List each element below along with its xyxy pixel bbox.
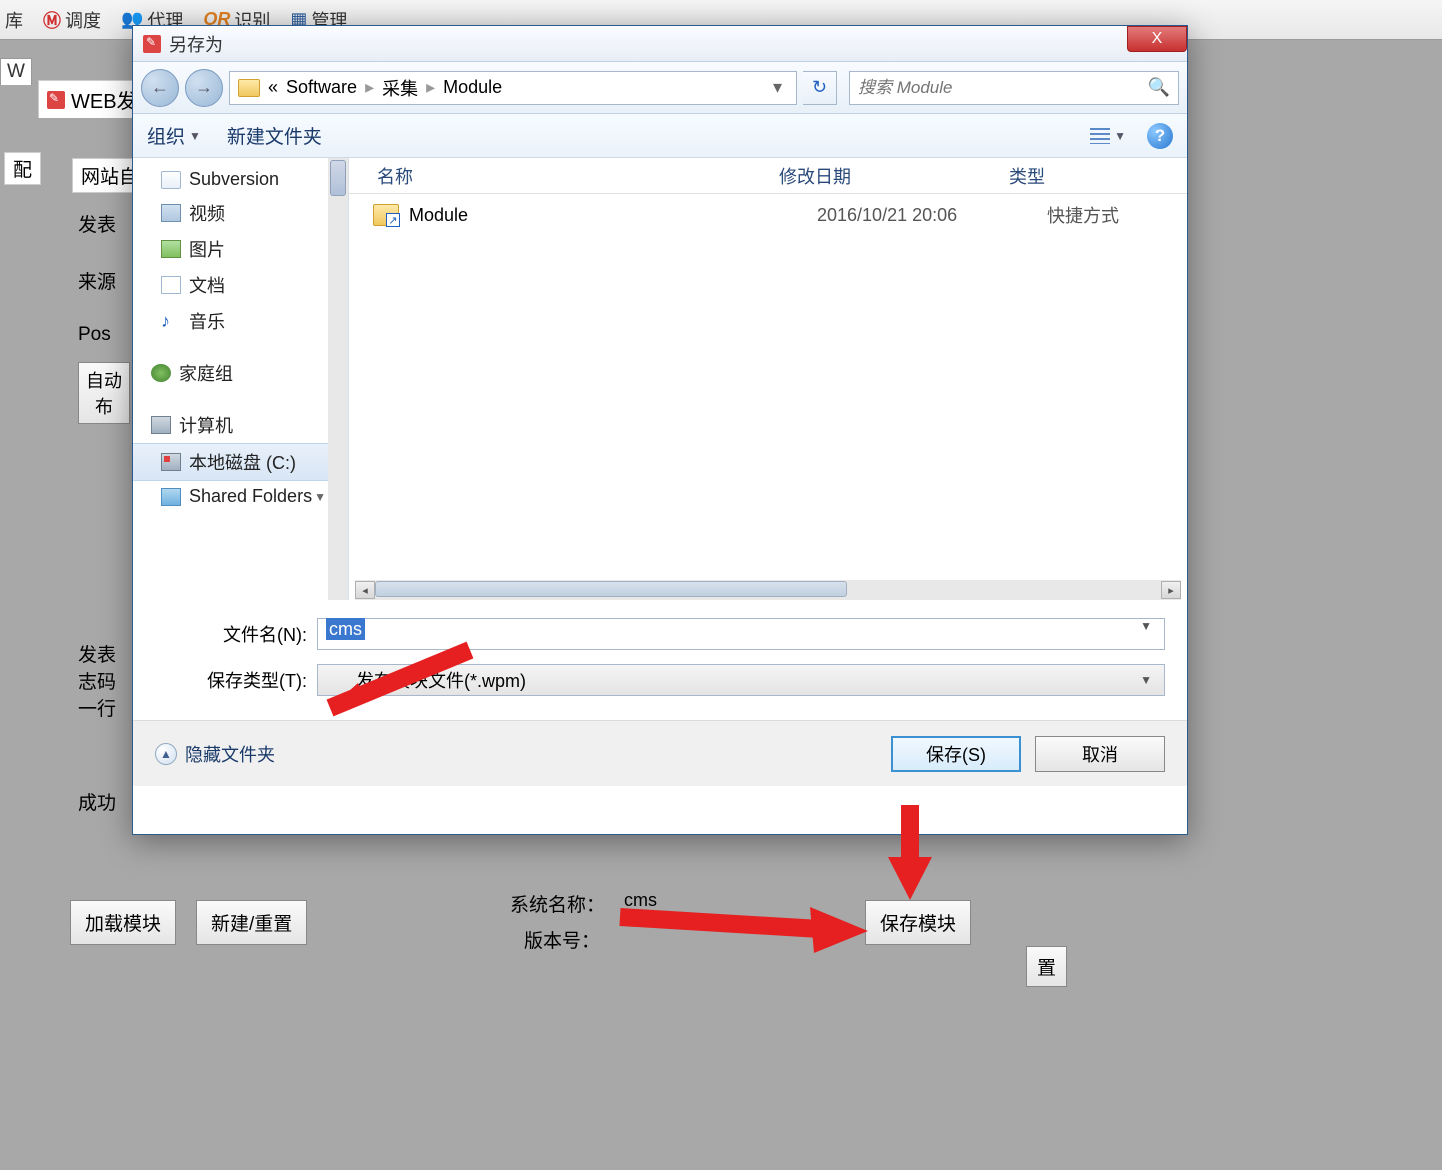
disk-icon — [161, 453, 181, 471]
save-button[interactable]: 保存(S) — [891, 736, 1021, 772]
file-icon — [161, 171, 181, 189]
chevron-down-icon: ▼ — [314, 490, 326, 504]
save-module-button[interactable]: 保存模块 — [865, 900, 971, 945]
scroll-right-arrow[interactable]: ▸ — [1161, 581, 1181, 599]
dialog-nav-bar: ← → « Software ▸ 采集 ▸ Module ▾ ↻ 🔍 — [133, 62, 1187, 114]
search-icon[interactable]: 🔍 — [1148, 77, 1170, 98]
tree-item-pictures[interactable]: 图片 — [133, 231, 348, 267]
bc-software[interactable]: Software — [286, 77, 357, 98]
picture-icon — [161, 240, 181, 258]
help-button[interactable]: ? — [1147, 123, 1173, 149]
dialog-titlebar[interactable]: 另存为 X — [133, 26, 1187, 62]
cancel-button[interactable]: 取消 — [1035, 736, 1165, 772]
config-label: 配 — [4, 152, 41, 185]
hscroll-thumb[interactable] — [375, 581, 847, 597]
col-header-name[interactable]: 名称 — [349, 163, 779, 189]
tree-item-shared-folders[interactable]: Shared Folders▼ — [133, 481, 348, 512]
chevron-down-icon: ▼ — [189, 129, 201, 143]
dialog-form: 文件名(N): cms▼ 保存类型(T): 发布模块文件(*.wpm)▼ — [133, 600, 1187, 720]
dialog-body: Subversion 视频 图片 文档 ♪音乐 家庭组 计算机 本地磁盘 (C:… — [133, 158, 1187, 600]
sys-name-label: 系统名称： — [510, 890, 605, 917]
music-icon: ♪ — [161, 312, 181, 330]
version-label: 版本号： — [524, 926, 600, 953]
dialog-footer: ▲ 隐藏文件夹 保存(S) 取消 — [133, 720, 1187, 786]
view-mode-button[interactable]: ▼ — [1083, 123, 1133, 149]
close-button[interactable]: X — [1127, 26, 1187, 52]
scroll-left-arrow[interactable]: ◂ — [355, 581, 375, 599]
nav-forward-button[interactable]: → — [185, 69, 223, 107]
filetype-label: 保存类型(T): — [193, 667, 307, 693]
pencil-icon — [47, 91, 65, 109]
scrollbar-thumb[interactable] — [330, 160, 346, 196]
web-publish-tab[interactable]: WEB发 — [38, 80, 146, 118]
tree-item-music[interactable]: ♪音乐 — [133, 303, 348, 339]
tree-item-video[interactable]: 视频 — [133, 195, 348, 231]
pencil-icon — [143, 35, 161, 53]
dialog-toolbar: 组织 ▼ 新建文件夹 ▼ ? — [133, 114, 1187, 158]
list-view-icon — [1090, 128, 1110, 144]
tree-scrollbar[interactable] — [328, 158, 348, 600]
bc-module[interactable]: Module — [443, 77, 502, 98]
filename-input[interactable]: cms▼ — [317, 618, 1165, 650]
file-list-header: 名称 修改日期 类型 — [349, 158, 1187, 194]
load-module-button[interactable]: 加载模块 — [70, 900, 176, 945]
document-icon — [161, 276, 181, 294]
new-reset-button[interactable]: 新建/重置 — [196, 900, 307, 945]
partial-btn[interactable]: 置 — [1026, 946, 1067, 987]
collapse-icon: ▲ — [155, 743, 177, 765]
file-list-area: 名称 修改日期 类型 Module 2016/10/21 20:06 快捷方式 … — [349, 158, 1187, 600]
left-btn-auto[interactable]: 自动 布 — [78, 362, 130, 424]
col-header-type[interactable]: 类型 — [1009, 163, 1129, 189]
bc-caiji[interactable]: 采集 — [382, 75, 418, 101]
search-input[interactable] — [858, 78, 1148, 98]
breadcrumb[interactable]: « Software ▸ 采集 ▸ Module ▾ — [229, 71, 797, 105]
search-box[interactable]: 🔍 — [849, 71, 1179, 105]
dialog-title: 另存为 — [169, 31, 223, 57]
organize-menu[interactable]: 组织 ▼ — [147, 122, 201, 149]
filename-label: 文件名(N): — [193, 621, 307, 647]
left-lbl-success: 成功 — [78, 788, 116, 815]
folder-tree-panel: Subversion 视频 图片 文档 ♪音乐 家庭组 计算机 本地磁盘 (C:… — [133, 158, 349, 600]
bc-prefix: « — [268, 77, 278, 98]
tb-item-dispatch[interactable]: Ⓜ调度 — [43, 7, 101, 33]
breadcrumb-dropdown[interactable]: ▾ — [767, 77, 788, 98]
tree-item-computer[interactable]: 计算机 — [133, 407, 348, 443]
tree-item-local-disk-c[interactable]: 本地磁盘 (C:) — [133, 443, 348, 481]
save-as-dialog: 另存为 X ← → « Software ▸ 采集 ▸ Module ▾ ↻ 🔍… — [132, 25, 1188, 835]
tree-item-homegroup[interactable]: 家庭组 — [133, 355, 348, 391]
file-type: 快捷方式 — [1047, 202, 1187, 228]
chevron-down-icon[interactable]: ▼ — [1140, 619, 1156, 633]
bg-w-label: W — [0, 58, 32, 85]
new-folder-button[interactable]: 新建文件夹 — [227, 122, 322, 149]
homegroup-icon — [151, 364, 171, 382]
file-date: 2016/10/21 20:06 — [817, 205, 1047, 226]
computer-icon — [151, 416, 171, 434]
chevron-right-icon: ▸ — [426, 77, 435, 98]
chevron-down-icon: ▼ — [1140, 673, 1156, 687]
video-icon — [161, 204, 181, 222]
tree-item-subversion[interactable]: Subversion — [133, 164, 348, 195]
shortcut-folder-icon — [373, 204, 399, 226]
tree-item-documents[interactable]: 文档 — [133, 267, 348, 303]
sys-name-value[interactable]: cms — [620, 888, 697, 914]
left-lbl-pubcode: 发表 志码 一行 — [78, 640, 116, 721]
hide-folders-toggle[interactable]: ▲ 隐藏文件夹 — [155, 741, 275, 767]
tb-item-ku[interactable]: 库 — [5, 7, 23, 33]
chevron-down-icon: ▼ — [1114, 129, 1126, 143]
col-header-date[interactable]: 修改日期 — [779, 163, 1009, 189]
nav-back-button[interactable]: ← — [141, 69, 179, 107]
network-folder-icon — [161, 488, 181, 506]
file-name: Module — [409, 205, 817, 226]
file-hscrollbar[interactable]: ◂ ▸ — [355, 580, 1181, 600]
file-row[interactable]: Module 2016/10/21 20:06 快捷方式 — [349, 194, 1187, 236]
chevron-right-icon: ▸ — [365, 77, 374, 98]
folder-icon — [238, 79, 260, 97]
filetype-select[interactable]: 发布模块文件(*.wpm)▼ — [317, 664, 1165, 696]
refresh-button[interactable]: ↻ — [803, 71, 837, 105]
